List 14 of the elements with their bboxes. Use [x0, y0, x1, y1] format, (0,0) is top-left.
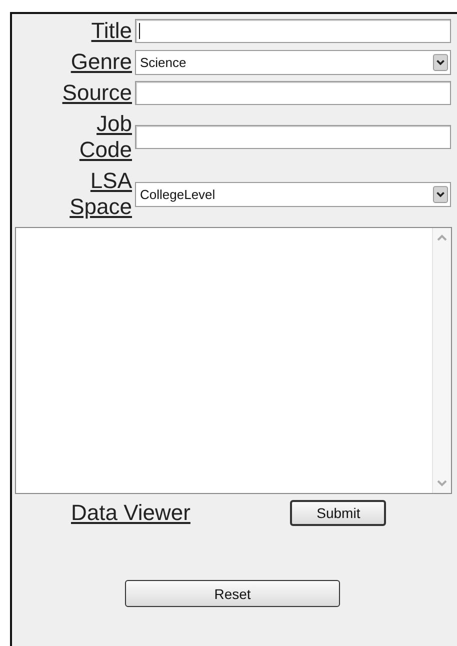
input-field[interactable] — [135, 81, 451, 105]
field-label: Source — [61, 80, 132, 106]
dropdown[interactable]: Science — [135, 50, 451, 74]
field-label: Job Code — [78, 111, 132, 163]
reset-button[interactable]: Reset — [125, 580, 340, 607]
field-label: Genre — [70, 49, 132, 75]
input-field[interactable] — [135, 19, 451, 43]
dropdown[interactable]: CollegeLevel — [135, 182, 451, 206]
input-field[interactable] — [135, 125, 451, 149]
scrollbar[interactable] — [432, 228, 451, 493]
field-label: LSA Space — [68, 168, 132, 220]
submit-button[interactable]: Submit — [290, 500, 386, 526]
data-viewer-link[interactable]: Data Viewer — [71, 500, 190, 526]
field-label: Title — [90, 18, 132, 44]
